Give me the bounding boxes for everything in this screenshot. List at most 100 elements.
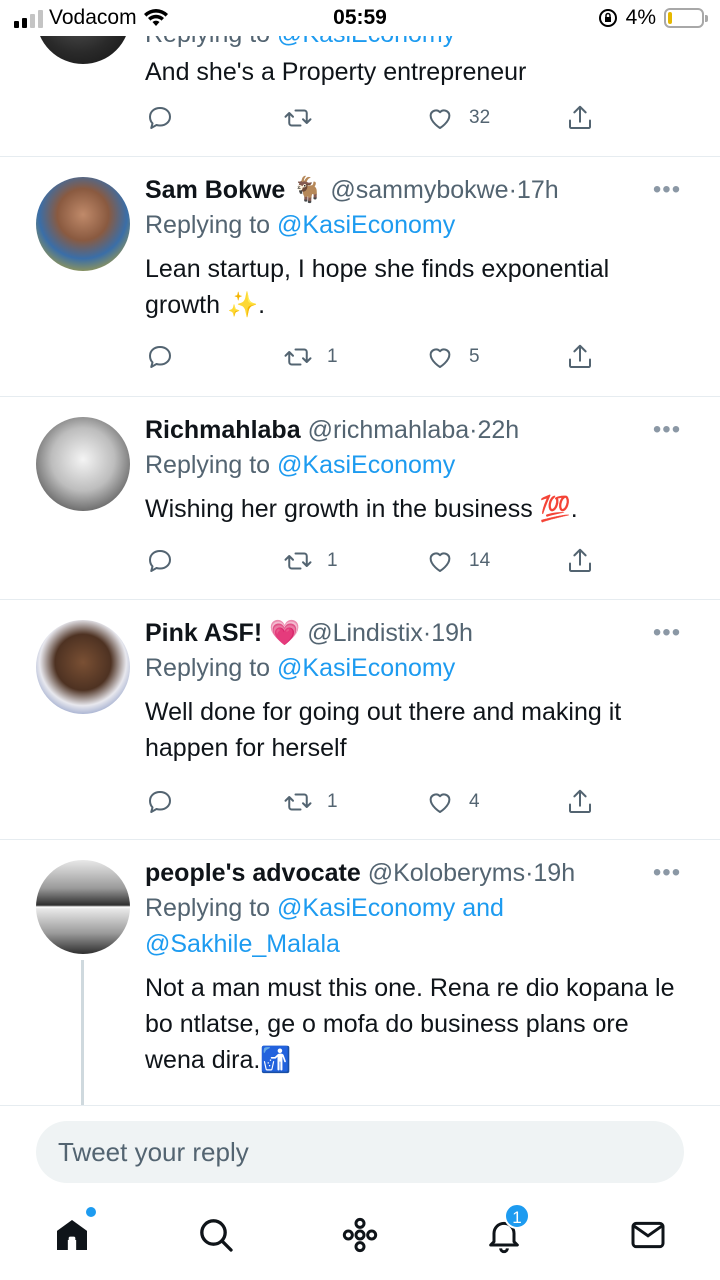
avatar[interactable] [36, 177, 130, 271]
avatar[interactable] [36, 860, 130, 954]
tweet-text: Well done for going out there and making… [145, 698, 622, 762]
author-name[interactable]: Richmahlaba [145, 416, 301, 444]
share-button[interactable] [565, 543, 595, 579]
reply-prefix: Replying to [145, 451, 271, 479]
retweet-button[interactable]: 1 [283, 784, 338, 820]
heart-icon [429, 348, 451, 368]
tweet-text: Wishing her growth in the business 💯. [145, 495, 578, 523]
retweet-button[interactable]: 1 [283, 543, 338, 579]
heart-icon [429, 793, 451, 813]
mention-link[interactable]: @Sakhile_Malala [145, 930, 340, 958]
tweet-text: Not a man must this one. Rena re dio kop… [145, 974, 675, 1074]
dot-separator: · [422, 619, 432, 647]
author-name[interactable]: Sam Bokwe [145, 176, 285, 204]
nav-notifications[interactable]: 1 [482, 1203, 530, 1257]
like-button[interactable]: 14 [425, 543, 490, 579]
share-icon [569, 789, 591, 813]
search-icon [200, 1219, 233, 1252]
tweet[interactable]: Sam Bokwe 🐐 @sammybokwe·17h Replying to … [0, 157, 720, 397]
like-count: 4 [469, 791, 480, 812]
retweet-count: 1 [327, 550, 338, 571]
share-icon [569, 105, 591, 129]
tweet[interactable]: Pink ASF! 💗 @Lindistix·19h Replying to @… [0, 600, 720, 840]
tweet-header: Pink ASF! 💗 @Lindistix·19h [145, 616, 680, 650]
reply-button[interactable] [145, 100, 189, 136]
reply-button[interactable] [145, 339, 189, 375]
goat-emoji: 🐐 [292, 176, 324, 204]
orientation-lock-icon [598, 9, 617, 27]
tweet-actions: 32 [145, 100, 605, 136]
share-button[interactable] [565, 784, 595, 820]
retweet-icon [284, 109, 312, 127]
tweet-time: 19h [533, 859, 576, 887]
tweet-time: 19h [431, 619, 473, 647]
tweet-actions: 1 14 [145, 543, 605, 579]
tweet[interactable]: people's advocate @Koloberyms·19h Replyi… [0, 840, 720, 1105]
tweet[interactable]: Richmahlaba @richmahlaba·22h Replying to… [0, 397, 720, 600]
nav-search[interactable] [194, 1213, 238, 1257]
reply-icon [149, 550, 171, 572]
battery-percent: 4% [625, 6, 656, 29]
mention-link[interactable]: @KasiEconomy [277, 894, 455, 922]
nav-spaces[interactable] [338, 1213, 382, 1257]
notification-badge: 1 [504, 1203, 530, 1229]
share-button[interactable] [565, 339, 595, 375]
reply-input[interactable] [36, 1121, 684, 1183]
mention-link[interactable]: @KasiEconomy [277, 451, 455, 479]
replying-to: Replying to @KasiEconomy and @Sakhile_Ma… [145, 890, 680, 962]
tweet-actions: 1 5 [145, 339, 605, 375]
reply-prefix: Replying to [145, 654, 271, 682]
nav-home[interactable] [50, 1207, 96, 1257]
tweet-header: Richmahlaba @richmahlaba·22h [145, 413, 680, 447]
tweet-text: Lean startup, I hope she finds exponenti… [145, 255, 610, 319]
reply-feed: Replying to @KasiEconomy And she's a Pro… [0, 0, 720, 1105]
author-handle[interactable]: @Lindistix [307, 619, 423, 647]
replying-to: Replying to @KasiEconomy [145, 207, 680, 243]
heart-icon [429, 552, 451, 572]
author-name[interactable]: people's advocate [145, 859, 361, 887]
reply-composer [0, 1105, 720, 1195]
author-handle[interactable]: @sammybokwe [330, 176, 508, 204]
replying-to: Replying to @KasiEconomy [145, 650, 680, 686]
retweet-button[interactable] [283, 100, 327, 136]
reply-icon [149, 346, 171, 368]
reply-prefix: Replying to [145, 894, 271, 922]
reply-icon [149, 107, 171, 129]
avatar[interactable] [36, 417, 130, 511]
home-icon [57, 1220, 87, 1250]
mention-link[interactable]: @KasiEconomy [277, 211, 455, 239]
tweet-time: 22h [477, 416, 520, 444]
bottom-navigation: 1 [0, 1195, 720, 1280]
mention-and: and [462, 894, 504, 922]
more-options-icon[interactable]: ••• [652, 621, 682, 648]
retweet-icon [284, 793, 312, 811]
nav-messages[interactable] [626, 1213, 670, 1257]
mention-link[interactable]: @KasiEconomy [277, 654, 455, 682]
share-button[interactable] [565, 100, 595, 136]
retweet-button[interactable]: 1 [283, 339, 338, 375]
like-button[interactable]: 5 [425, 339, 480, 375]
more-options-icon[interactable]: ••• [652, 418, 682, 445]
author-handle[interactable]: @Koloberyms [368, 859, 525, 887]
avatar[interactable] [36, 620, 130, 714]
like-count: 5 [469, 346, 480, 367]
home-unread-dot [86, 1207, 96, 1217]
tweet-header: Sam Bokwe 🐐 @sammybokwe·17h [145, 173, 680, 207]
author-handle[interactable]: @richmahlaba [308, 416, 470, 444]
author-name[interactable]: Pink ASF! [145, 619, 262, 647]
like-button[interactable]: 4 [425, 784, 480, 820]
reply-button[interactable] [145, 543, 189, 579]
dot-separator: · [508, 176, 517, 204]
battery-icon [664, 8, 708, 28]
more-options-icon[interactable]: ••• [652, 178, 682, 205]
thread-line [81, 960, 84, 1105]
retweet-icon [284, 348, 312, 366]
like-count: 32 [469, 107, 491, 128]
share-icon [569, 548, 591, 572]
retweet-count: 1 [327, 346, 338, 367]
more-options-icon[interactable]: ••• [652, 861, 682, 888]
like-button[interactable]: 32 [425, 100, 490, 136]
reply-button[interactable] [145, 784, 189, 820]
retweet-icon [284, 552, 312, 570]
pink-heart-emoji: 💗 [269, 619, 301, 647]
